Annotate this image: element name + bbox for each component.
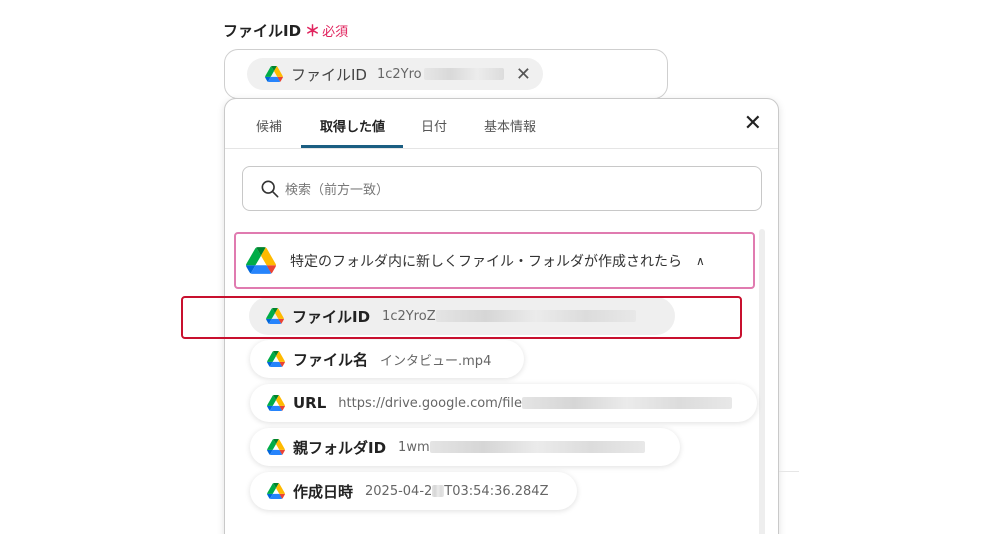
search-input[interactable]: 検索（前方一致） — [242, 166, 762, 211]
google-drive-icon — [267, 439, 285, 455]
redacted-value — [423, 68, 504, 80]
scrollbar[interactable] — [759, 229, 765, 534]
field-label-text: ファイルID — [223, 22, 302, 40]
list-item-file-name[interactable]: ファイル名 インタビュー.mp4 — [250, 340, 524, 378]
chip-label: ファイルID — [291, 65, 367, 84]
google-drive-icon — [267, 395, 285, 411]
item-value-prefix: 2025-04-2 — [365, 483, 433, 499]
item-value: https://drive.google.com/file — [338, 395, 523, 411]
list-item-created-at[interactable]: 作成日時 2025-04-2 T03:54:36.284Z — [250, 472, 577, 510]
trigger-group-header[interactable]: 特定のフォルダ内に新しくファイル・フォルダが作成されたら ∧ — [234, 232, 755, 289]
required-text: 必須 — [322, 25, 349, 40]
highlight-annotation-box — [181, 296, 742, 339]
redacted-value — [432, 485, 445, 497]
chip-value: 1c2Yro — [376, 66, 422, 82]
tab-candidates[interactable]: 候補 — [256, 116, 282, 135]
google-drive-icon — [267, 483, 285, 499]
item-value-suffix: T03:54:36.284Z — [444, 483, 549, 499]
list-item-parent-folder-id[interactable]: 親フォルダID 1wm — [250, 428, 680, 466]
item-value: 1wm — [398, 439, 430, 455]
file-id-field-label: ファイルID ＊必須 — [223, 20, 348, 41]
required-asterisk: ＊ — [305, 22, 321, 40]
list-item-url[interactable]: URL https://drive.google.com/file — [250, 384, 757, 422]
item-value: インタビュー.mp4 — [380, 353, 492, 369]
close-icon[interactable]: ✕ — [744, 111, 762, 136]
search-icon — [261, 180, 279, 197]
active-tab-indicator — [301, 145, 403, 148]
google-drive-icon — [267, 351, 285, 367]
search-placeholder: 検索（前方一致） — [285, 183, 390, 198]
chip-close-icon[interactable]: ✕ — [516, 64, 531, 85]
tab-bar: 候補 取得した値 日付 基本情報 ✕ — [225, 99, 778, 149]
tab-acquired-values[interactable]: 取得した値 — [320, 116, 385, 135]
item-label: URL — [293, 394, 327, 412]
tab-date[interactable]: 日付 — [421, 116, 447, 135]
group-title: 特定のフォルダ内に新しくファイル・フォルダが作成されたら — [290, 253, 682, 270]
tab-basic-info[interactable]: 基本情報 — [484, 116, 536, 135]
google-drive-icon — [265, 66, 283, 82]
google-drive-icon — [246, 247, 276, 274]
chevron-up-icon[interactable]: ∧ — [696, 254, 705, 268]
item-label: ファイル名 — [293, 350, 369, 369]
divider — [779, 471, 799, 472]
item-label: 作成日時 — [293, 482, 354, 501]
item-label: 親フォルダID — [293, 438, 387, 457]
redacted-value — [429, 441, 645, 453]
redacted-value — [522, 397, 733, 409]
file-id-input[interactable]: ファイルID 1c2Yro ✕ — [224, 49, 668, 99]
selected-value-chip[interactable]: ファイルID 1c2Yro ✕ — [247, 58, 543, 90]
